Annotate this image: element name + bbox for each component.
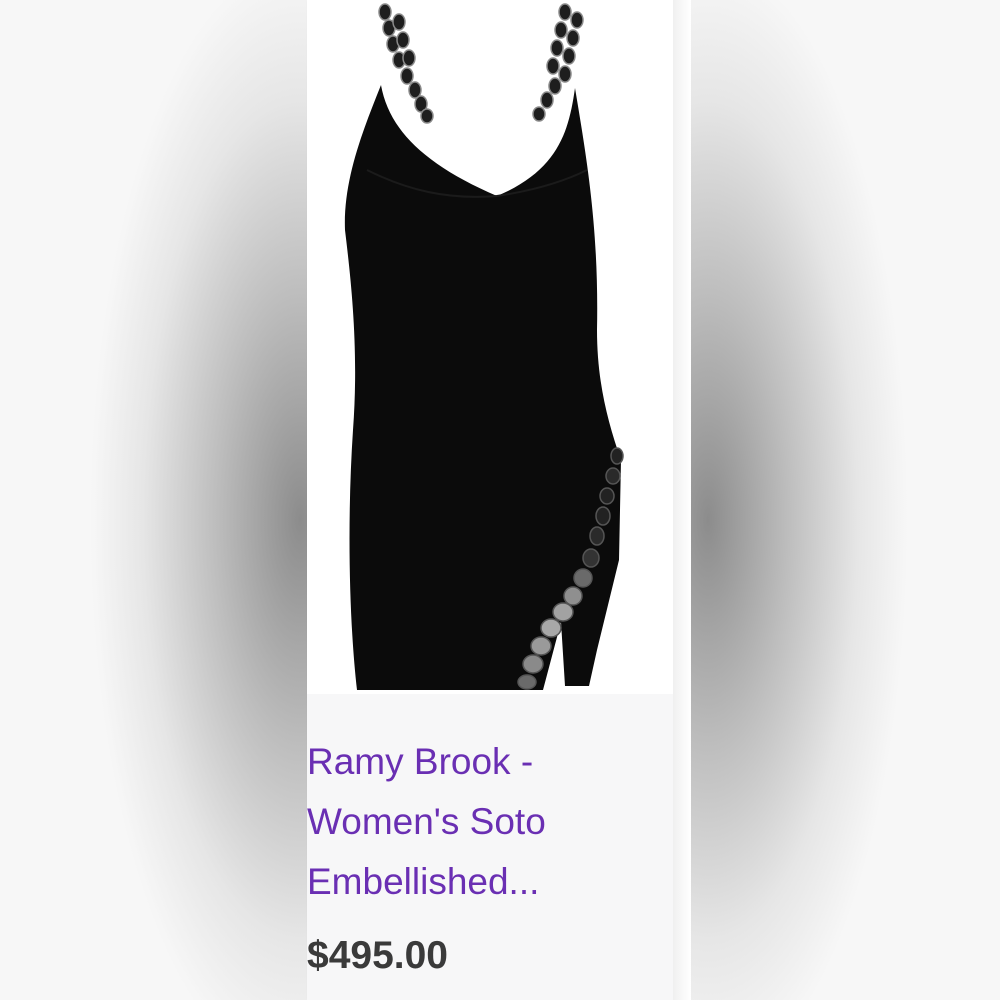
product-card[interactable]: Ramy Brook - Women's Soto Embellished...… (307, 0, 673, 1000)
product-title-link[interactable]: Ramy Brook - Women's Soto Embellished... (307, 732, 647, 912)
product-image[interactable] (307, 0, 673, 694)
product-price: $495.00 (307, 934, 448, 977)
card-edge (673, 0, 691, 1000)
background-blur-left (0, 0, 308, 1000)
background-blur-right (688, 0, 1000, 1000)
dress-image-icon (344, 3, 624, 690)
